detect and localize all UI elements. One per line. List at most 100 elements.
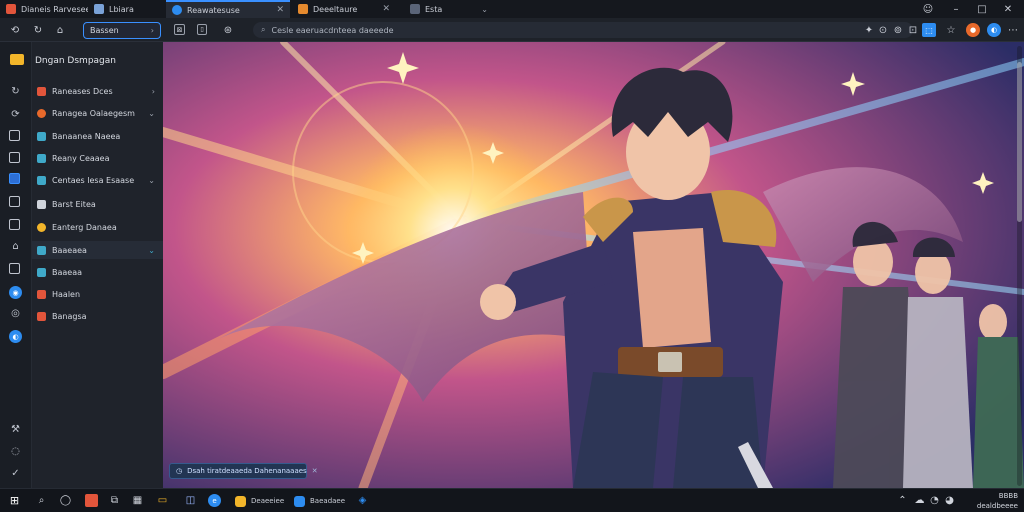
star-icon[interactable]: ✦ [862,23,876,37]
collection-icon[interactable]: ⊛ [221,23,235,37]
grid-icon[interactable] [9,173,20,184]
profile-icon[interactable]: ● [966,23,980,37]
copilot-icon[interactable]: ◐ [987,23,1001,37]
search-input[interactable]: Bassen › [83,22,161,39]
refresh-icon[interactable]: ↻ [9,85,22,98]
chat-icon[interactable] [9,130,20,141]
calendar-icon[interactable] [9,196,20,207]
volume-icon[interactable]: ◕ [943,494,956,507]
taskbar-app-0[interactable]: Deaeeiee [235,493,284,509]
chevron-up-icon[interactable]: ⌃ [896,494,909,507]
globe-icon[interactable]: ◉ [9,286,22,299]
system-clock[interactable]: BBBB dealdbeeee [972,491,1018,511]
icon-rail: ↻ ⟳ ⌂ ◉ ◎ ◐ ⚒ ◌ ✓ [0,42,32,488]
sidebar-item-4[interactable]: Centaes lesa Esaase ⌄ [32,171,163,189]
sidebar-item-3[interactable]: Reany Ceaaea [32,149,163,167]
sidebar-item-10[interactable]: Banagsa [32,307,163,325]
account-icon[interactable]: ☺ [914,0,942,18]
sidebar-item-5[interactable]: Barst Eitea [32,195,163,213]
sidebar-item-8[interactable]: Baaeaa [32,263,163,281]
settings-icon[interactable]: ✓ [9,467,22,480]
sidebar-item-label: Eanterg Danaea [52,222,117,232]
close-window-button[interactable]: ✕ [994,0,1022,18]
item-icon [37,131,46,141]
sidebar-item-1[interactable]: Ranagea Oalaegesm ⌄ [32,104,163,122]
tab-3[interactable]: Deeeltaure ✕ [292,0,396,18]
wifi-icon[interactable]: ◔ [928,494,941,507]
file-explorer-icon[interactable]: ▭ [156,494,169,507]
chevron-down-icon[interactable]: ⌄ [481,5,488,14]
chat-icon[interactable]: ⧉ [108,494,121,507]
item-icon [37,267,46,277]
sidebar-item-label: Banagsa [52,311,87,321]
reading-icon[interactable]: ⊙ [876,23,890,37]
search-icon[interactable]: ⌕ [35,494,48,507]
item-icon [37,289,46,299]
sidebar-item-label: Barst Eitea [52,199,96,209]
sidebar-item-label: Raneases Dces [52,86,113,96]
shield-icon[interactable]: ◈ [356,494,369,507]
taskbar-app-1[interactable]: Baeadaee [294,493,345,509]
minimize-button[interactable]: – [942,0,970,18]
refresh-icon[interactable]: ↻ [31,23,45,37]
target-icon[interactable]: ◎ [9,307,22,320]
history-icon[interactable]: ⟳ [9,108,22,121]
calendar-icon[interactable]: ◫ [184,494,197,507]
favorites-icon[interactable]: ☆ [944,23,958,37]
close-tab-icon[interactable]: ✕ [382,4,390,14]
tab-4[interactable]: Esta ⌄ [404,0,494,18]
task-view-icon[interactable]: ◯ [59,494,72,507]
sidebar: Dngan Dsmpagan Raneases Dces › Ranagea O… [10,42,163,488]
maximize-button[interactable]: □ [968,0,996,18]
notes-icon[interactable] [9,219,20,230]
start-icon[interactable]: ⊞ [8,494,21,507]
translate-icon[interactable]: ⊚ [891,23,905,37]
app-icon[interactable] [85,494,98,507]
sidebar-item-7[interactable]: Baaeaea ⌄ [32,241,163,259]
lock-icon[interactable]: ⌂ [9,240,22,253]
message-icon[interactable] [9,152,20,163]
taskbar: ⊞ ⌕ ◯ ⧉ ▦ ▭ ◫ e Deaeeiee Baeadaee ◈ ⌃ ☁ … [0,488,1024,512]
home-icon[interactable]: ⌂ [53,23,67,37]
close-icon[interactable]: ✕ [312,467,318,475]
extension-icon[interactable]: ⬚ [922,23,936,37]
chevron-down-icon: ⌄ [148,175,155,185]
tab-1[interactable]: Lbiara [88,0,164,18]
close-tab-icon[interactable]: ✕ [276,5,284,15]
taskbar-app-label: Deaeeiee [251,497,285,505]
feedback-icon[interactable]: ◌ [9,445,22,458]
edge-icon[interactable]: ◐ [9,330,22,343]
sidebar-item-label: Haalen [52,289,81,299]
screenshot-icon[interactable]: ⊡ [906,23,920,37]
address-bar[interactable]: ⌕ Cesle eaeruacdnteea daeeede [253,22,913,38]
app-icon [294,495,305,507]
sidebar-item-label: Baaeaa [52,267,83,277]
document-icon[interactable]: ▯ [197,24,207,35]
scrollbar-thumb[interactable] [1017,62,1022,222]
widgets-icon[interactable]: ▦ [131,494,144,507]
folder-icon [10,54,24,65]
tab-list-icon[interactable]: ⊠ [174,24,185,35]
item-icon [37,86,46,96]
sidebar-item-label: Ranagea Oalaegesm [52,108,135,118]
sidebar-item-0[interactable]: Raneases Dces › [32,82,163,100]
back-icon[interactable]: ⟲ [8,23,22,37]
tab-strip: Dianeis Rarvesee Lbiara Reawatesuse ✕ De… [0,0,1024,18]
tab-2[interactable]: Reawatesuse ✕ [166,0,290,18]
wrench-icon[interactable]: ⚒ [9,423,22,436]
sidebar-item-2[interactable]: Banaanea Naeea [32,127,163,145]
edge-icon[interactable]: e [208,494,221,507]
item-icon [37,175,46,185]
network-icon[interactable]: ☁ [913,494,926,507]
status-toast[interactable]: ◷ Dsah tiratdeaaeda Dahenanaaaes ✕ [169,463,318,479]
info-icon: ◷ [176,467,183,475]
app-icon [235,495,246,507]
chevron-down-icon: ⌄ [148,108,155,118]
menu-icon[interactable]: ⋯ [1006,23,1020,37]
shield-icon[interactable] [9,263,20,274]
sidebar-item-9[interactable]: Haalen [32,285,163,303]
main-content: ◷ Dsah tiratdeaaeda Dahenanaaaes ✕ [163,42,1024,488]
clock-date: dealdbeeee [976,502,1018,510]
tab-0[interactable]: Dianeis Rarvesee [0,0,88,18]
sidebar-item-6[interactable]: Eanterg Danaea [32,218,163,236]
